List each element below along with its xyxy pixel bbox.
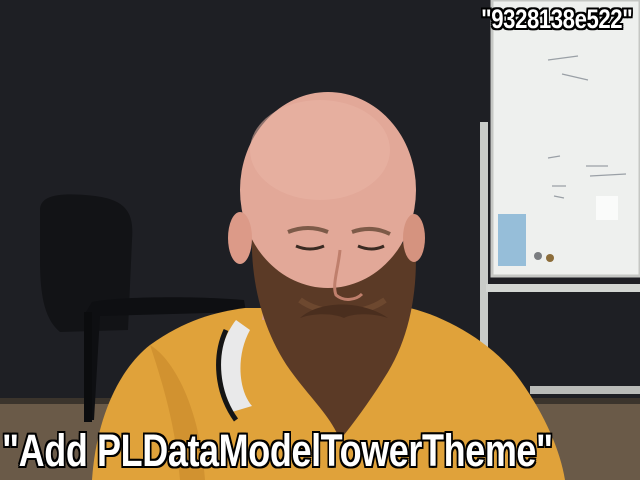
webcam-frame: "9328138e522" "Add PLDataModelTowerTheme… xyxy=(0,0,640,480)
overlay-caption-text: "Add PLDataModelTowerTheme" xyxy=(2,425,553,476)
overlay-id-text: "9328138e522" xyxy=(480,4,633,34)
webcam-scene xyxy=(0,0,640,480)
